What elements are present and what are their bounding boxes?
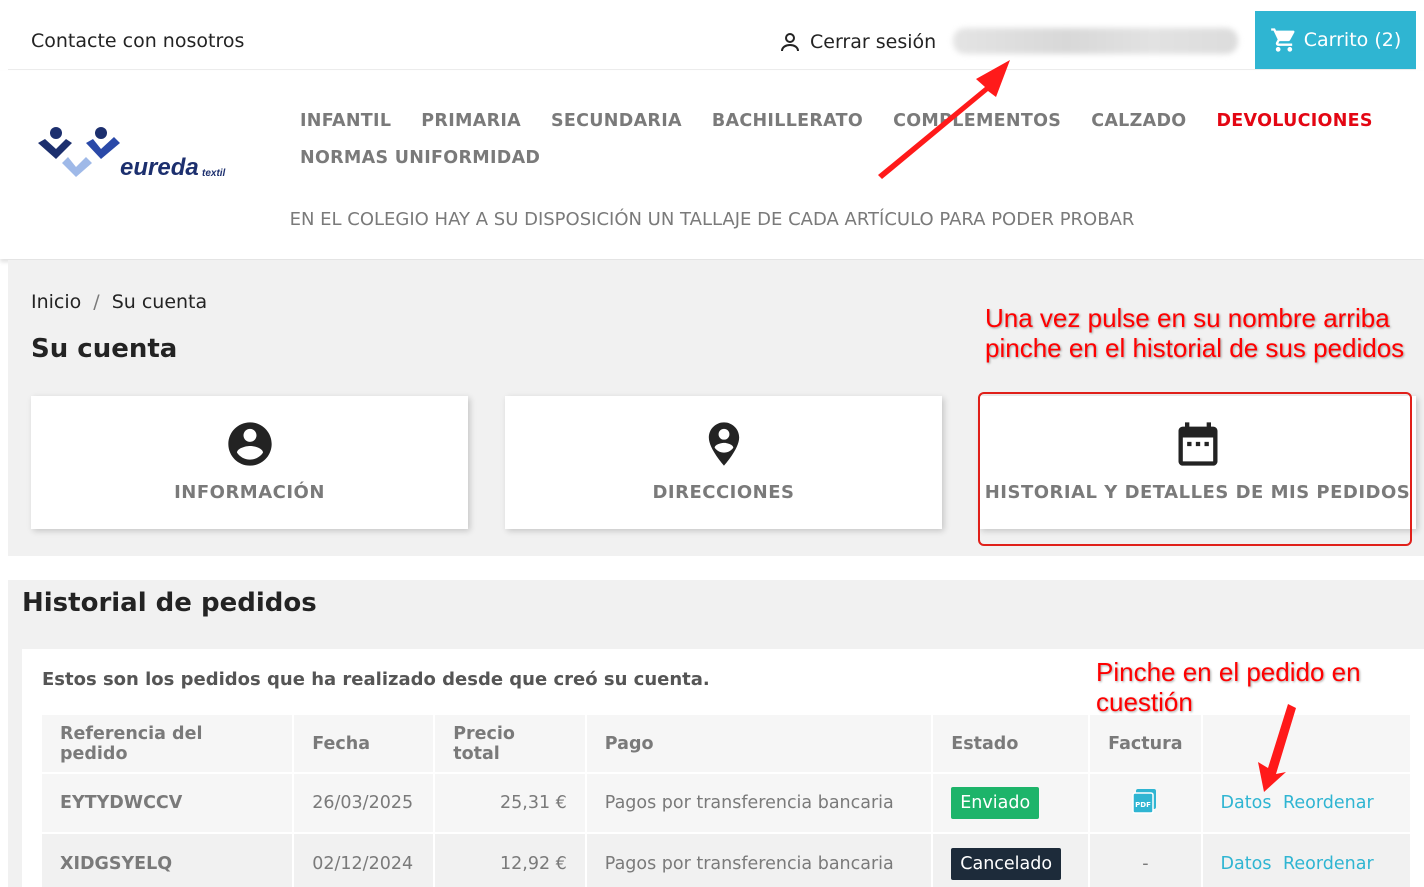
col-date: Fecha <box>293 715 436 773</box>
addresses-card[interactable]: DIRECCIONES <box>505 396 942 529</box>
breadcrumb-separator: / <box>93 291 100 313</box>
cart-label: Carrito (2) <box>1303 29 1402 51</box>
user-icon <box>781 33 799 52</box>
breadcrumb-home[interactable]: Inicio <box>31 291 81 313</box>
table-row[interactable]: EYTYDWCCV 26/03/2025 25,31 € Pagos por t… <box>42 772 1413 833</box>
contact-link[interactable]: Contacte con nosotros <box>31 30 244 52</box>
order-date: 26/03/2025 <box>293 772 436 833</box>
logo-wordmark: eureda <box>120 154 199 181</box>
order-payment: Pagos por transferencia bancaria <box>585 772 934 833</box>
nav-item-infantil[interactable]: INFANTIL <box>300 111 391 131</box>
nav-item-calzado[interactable]: CALZADO <box>1091 111 1186 131</box>
status-badge: Enviado <box>951 787 1040 819</box>
logo-subtext: textil <box>202 168 226 179</box>
annotation-instruction-1: Una vez pulse en su nombre arriba pinche… <box>985 303 1405 363</box>
nav-item-bachillerato[interactable]: BACHILLERATO <box>712 111 863 131</box>
cart-icon <box>1270 28 1295 52</box>
invoice-cell: - <box>1089 832 1203 887</box>
nav-item-primaria[interactable]: PRIMARIA <box>421 111 521 131</box>
highlight-box <box>978 392 1412 546</box>
order-total: 25,31 € <box>434 772 587 833</box>
reorder-link[interactable]: Reordenar <box>1283 854 1374 874</box>
location-pin-icon <box>708 422 739 466</box>
account-name-link[interactable] <box>953 28 1238 54</box>
nav-item-complementos[interactable]: COMPLEMENTOS <box>893 111 1061 131</box>
nav-item-secundaria[interactable]: SECUNDARIA <box>551 111 682 131</box>
order-date: 02/12/2024 <box>293 832 436 887</box>
reorder-link[interactable]: Reordenar <box>1283 793 1374 813</box>
orders-title: Historial de pedidos <box>22 588 317 618</box>
nav-item-normas-uniformidad[interactable]: NORMAS UNIFORMIDAD <box>300 148 540 168</box>
info-card-label: INFORMACIÓN <box>174 482 325 503</box>
site-header: eureda textil INFANTIL PRIMARIA SECUNDAR… <box>0 71 1424 259</box>
breadcrumb-current: Su cuenta <box>111 291 208 313</box>
orders-table: Referencia del pedido Fecha Precio total… <box>42 715 1413 887</box>
table-header-row: Referencia del pedido Fecha Precio total… <box>42 715 1413 773</box>
nav-row-1: INFANTIL PRIMARIA SECUNDARIA BACHILLERAT… <box>300 111 1400 131</box>
table-row[interactable]: XIDGSYELQ 02/12/2024 12,92 € Pagos por t… <box>42 832 1413 887</box>
col-reference: Referencia del pedido <box>42 715 295 773</box>
orders-section: Historial de pedidos Estos son los pedid… <box>8 580 1424 887</box>
breadcrumb: Inicio / Su cuenta <box>31 291 207 313</box>
order-reference: EYTYDWCCV <box>42 772 295 833</box>
svg-text:PDF: PDF <box>1135 801 1151 809</box>
eureda-logo[interactable]: eureda textil <box>36 121 236 191</box>
logout-button[interactable]: Cerrar sesión <box>778 30 936 54</box>
cart-button[interactable]: Carrito (2) <box>1255 11 1416 69</box>
col-invoice: Factura <box>1089 715 1203 773</box>
nav-row-2: NORMAS UNIFORMIDAD <box>300 148 1400 168</box>
pdf-icon[interactable]: PDF <box>1130 786 1160 816</box>
order-reference: XIDGSYELQ <box>42 832 295 887</box>
nav-item-devoluciones[interactable]: DEVOLUCIONES <box>1216 111 1372 131</box>
order-details-link[interactable]: Datos <box>1221 793 1272 813</box>
order-actions: Datos Reordenar <box>1201 832 1413 887</box>
col-status: Estado <box>932 715 1091 773</box>
account-circle-icon <box>227 422 272 466</box>
invoice-cell: PDF <box>1089 772 1203 833</box>
main-nav: INFANTIL PRIMARIA SECUNDARIA BACHILLERAT… <box>300 111 1400 185</box>
order-payment: Pagos por transferencia bancaria <box>585 832 934 887</box>
order-status-cell: Enviado <box>932 772 1091 833</box>
status-badge: Cancelado <box>951 847 1062 880</box>
logout-label: Cerrar sesión <box>810 31 937 53</box>
col-payment: Pago <box>585 715 934 773</box>
addresses-card-label: DIRECCIONES <box>652 482 795 503</box>
annotation-instruction-2: Pinche en el pedido en cuestión <box>1096 657 1361 717</box>
info-card[interactable]: INFORMACIÓN <box>31 396 468 529</box>
top-bar: Contacte con nosotros Cerrar sesión Carr… <box>8 0 1416 70</box>
order-details-link[interactable]: Datos <box>1221 854 1272 874</box>
col-total: Precio total <box>434 715 587 773</box>
orders-intro: Estos son los pedidos que ha realizado d… <box>42 669 710 690</box>
order-total: 12,92 € <box>434 832 587 887</box>
page-title: Su cuenta <box>31 334 178 364</box>
order-actions: Datos Reordenar <box>1201 772 1413 833</box>
col-actions <box>1201 715 1413 773</box>
store-notice: EN EL COLEGIO HAY A SU DISPOSICIÓN UN TA… <box>289 209 1135 230</box>
order-status-cell: Cancelado <box>932 832 1091 887</box>
